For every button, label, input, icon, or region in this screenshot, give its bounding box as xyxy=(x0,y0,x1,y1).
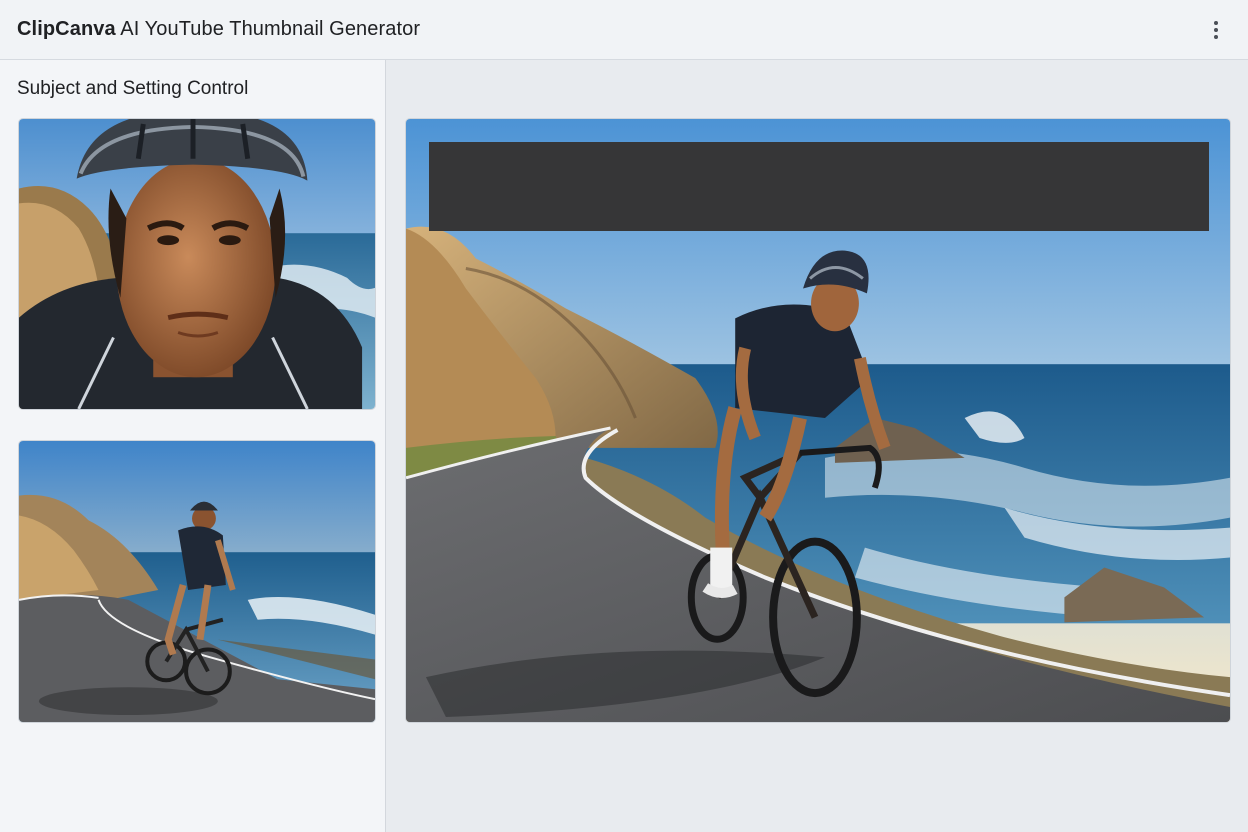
thumbnail-title-text xyxy=(429,171,445,202)
thumbnail-title-text-box[interactable] xyxy=(429,142,1209,231)
thumbnail-preview xyxy=(405,118,1231,723)
app-title: ClipCanva AI YouTube Thumbnail Generator xyxy=(17,18,420,41)
app-header: ClipCanva AI YouTube Thumbnail Generator xyxy=(0,0,1248,60)
more-vertical-icon xyxy=(1214,21,1218,39)
subject-thumbnail-coastal[interactable] xyxy=(18,440,376,723)
cyclist-closeup-image xyxy=(19,119,375,409)
brand-name: ClipCanva xyxy=(17,18,116,40)
app-title-text: AI YouTube Thumbnail Generator xyxy=(120,18,421,40)
workspace xyxy=(387,60,1248,832)
sidebar-panel: Subject and Setting Control xyxy=(0,60,386,832)
subject-thumbnail-closeup[interactable] xyxy=(18,118,376,410)
more-menu-button[interactable] xyxy=(1202,16,1230,44)
cyclist-coastal-road-image xyxy=(19,441,375,722)
sidebar-title: Subject and Setting Control xyxy=(17,78,249,99)
